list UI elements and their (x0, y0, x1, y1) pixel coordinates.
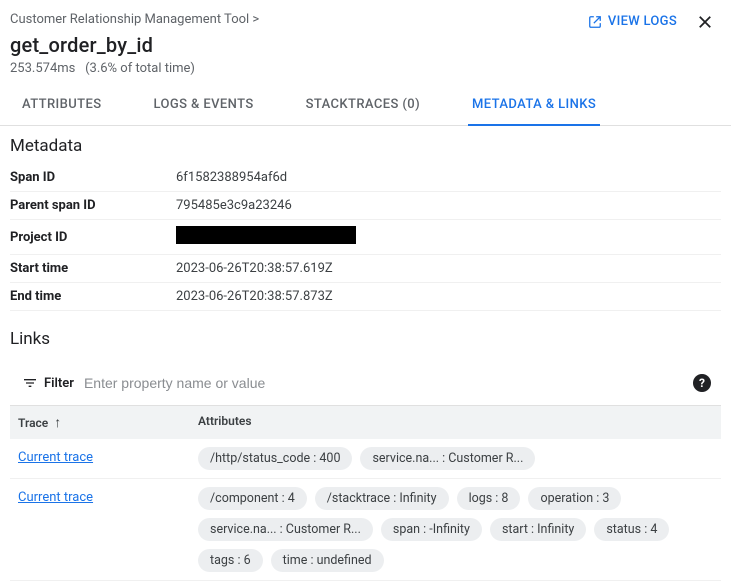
meta-label: End time (10, 283, 176, 311)
meta-value: 2023-06-26T20:38:57.619Z (176, 255, 721, 283)
tab-metadata-links[interactable]: METADATA & LINKS (468, 85, 600, 126)
attribute-chip[interactable]: /component : 4 (198, 487, 307, 510)
meta-row-start-time: Start time 2023-06-26T20:38:57.619Z (10, 255, 721, 283)
meta-label: Start time (10, 255, 176, 283)
links-table: Trace ↑ Attributes Current trace /http/s… (10, 405, 721, 581)
attribute-chip[interactable]: time : undefined (271, 549, 384, 572)
close-button[interactable] (693, 10, 717, 34)
metadata-table: Span ID 6f1582388954af6d Parent span ID … (10, 164, 721, 311)
meta-value: 2023-06-26T20:38:57.873Z (176, 283, 721, 311)
attribute-chip[interactable]: /http/status_code : 400 (198, 447, 352, 470)
tabs: ATTRIBUTES LOGS & EVENTS STACKTRACES (0)… (0, 84, 731, 126)
links-row: Current trace /component : 4 /stacktrace… (10, 479, 721, 581)
sort-ascending-icon: ↑ (54, 414, 61, 431)
attribute-chip[interactable]: tags : 6 (198, 549, 263, 572)
meta-value (176, 220, 721, 255)
trace-link[interactable]: Current trace (18, 490, 93, 505)
trace-link[interactable]: Current trace (18, 450, 93, 465)
duration-line: 253.574ms (3.6% of total time) (10, 61, 715, 76)
view-logs-label: VIEW LOGS (608, 14, 677, 29)
meta-row-parent-span-id: Parent span ID 795485e3c9a23246 (10, 192, 721, 220)
links-table-header: Trace ↑ Attributes (10, 406, 721, 439)
column-header-trace-label: Trace (18, 416, 48, 430)
filter-bar: Filter ? (10, 365, 721, 401)
attribute-chip[interactable]: span : -Infinity (381, 518, 482, 541)
redacted-value (176, 226, 356, 244)
column-header-attributes[interactable]: Attributes (198, 414, 713, 431)
links-heading: Links (10, 329, 721, 349)
meta-label: Span ID (10, 164, 176, 192)
view-logs-link[interactable]: VIEW LOGS (588, 14, 677, 29)
page-title: get_order_by_id (10, 33, 715, 57)
close-icon (696, 13, 714, 31)
attribute-chip[interactable]: /stacktrace : Infinity (315, 487, 449, 510)
filter-icon (22, 375, 38, 391)
meta-row-end-time: End time 2023-06-26T20:38:57.873Z (10, 283, 721, 311)
duration-value: 253.574ms (10, 61, 75, 76)
attribute-chip[interactable]: service.na... : Customer R... (198, 518, 373, 541)
column-header-trace[interactable]: Trace ↑ (18, 414, 198, 431)
meta-value: 795485e3c9a23246 (176, 192, 721, 220)
attribute-chip[interactable]: start : Infinity (490, 518, 586, 541)
attribute-chips: /component : 4 /stacktrace : Infinity lo… (198, 487, 713, 572)
attribute-chip[interactable]: operation : 3 (528, 487, 621, 510)
attribute-chip[interactable]: logs : 8 (457, 487, 521, 510)
meta-label: Parent span ID (10, 192, 176, 220)
help-icon[interactable]: ? (693, 374, 711, 392)
attribute-chips: /http/status_code : 400 service.na... : … (198, 447, 713, 470)
meta-row-span-id: Span ID 6f1582388954af6d (10, 164, 721, 192)
meta-row-project-id: Project ID (10, 220, 721, 255)
tab-logs-events[interactable]: LOGS & EVENTS (149, 85, 257, 126)
filter-label-text: Filter (44, 376, 74, 391)
links-row: Current trace /http/status_code : 400 se… (10, 439, 721, 479)
meta-value: 6f1582388954af6d (176, 164, 721, 192)
meta-label: Project ID (10, 220, 176, 255)
open-external-icon (588, 15, 602, 29)
attribute-chip[interactable]: service.na... : Customer R... (360, 447, 535, 470)
attribute-chip[interactable]: status : 4 (594, 518, 669, 541)
metadata-heading: Metadata (10, 136, 721, 156)
duration-percent: (3.6% of total time) (85, 61, 195, 76)
tab-attributes[interactable]: ATTRIBUTES (18, 85, 105, 126)
tab-stacktraces[interactable]: STACKTRACES (0) (302, 85, 424, 126)
filter-input[interactable] (84, 371, 683, 395)
